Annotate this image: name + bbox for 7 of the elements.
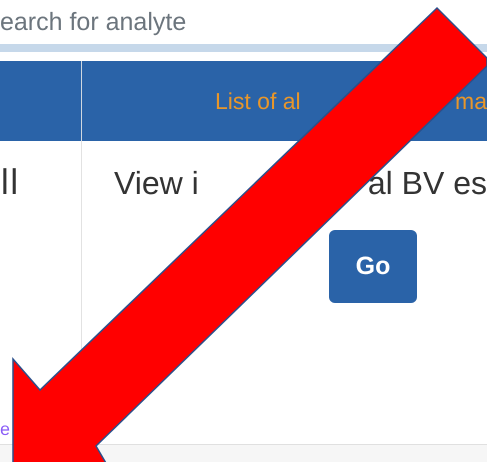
link[interactable]: e [0,419,10,439]
go-button[interactable]: Go [329,230,417,303]
column-header: ma [455,86,487,116]
cell-text: View i [114,164,199,203]
table-cell-text: ll [0,163,19,203]
cell-text: al BV es [368,164,487,203]
column-header: List of al [215,86,301,116]
